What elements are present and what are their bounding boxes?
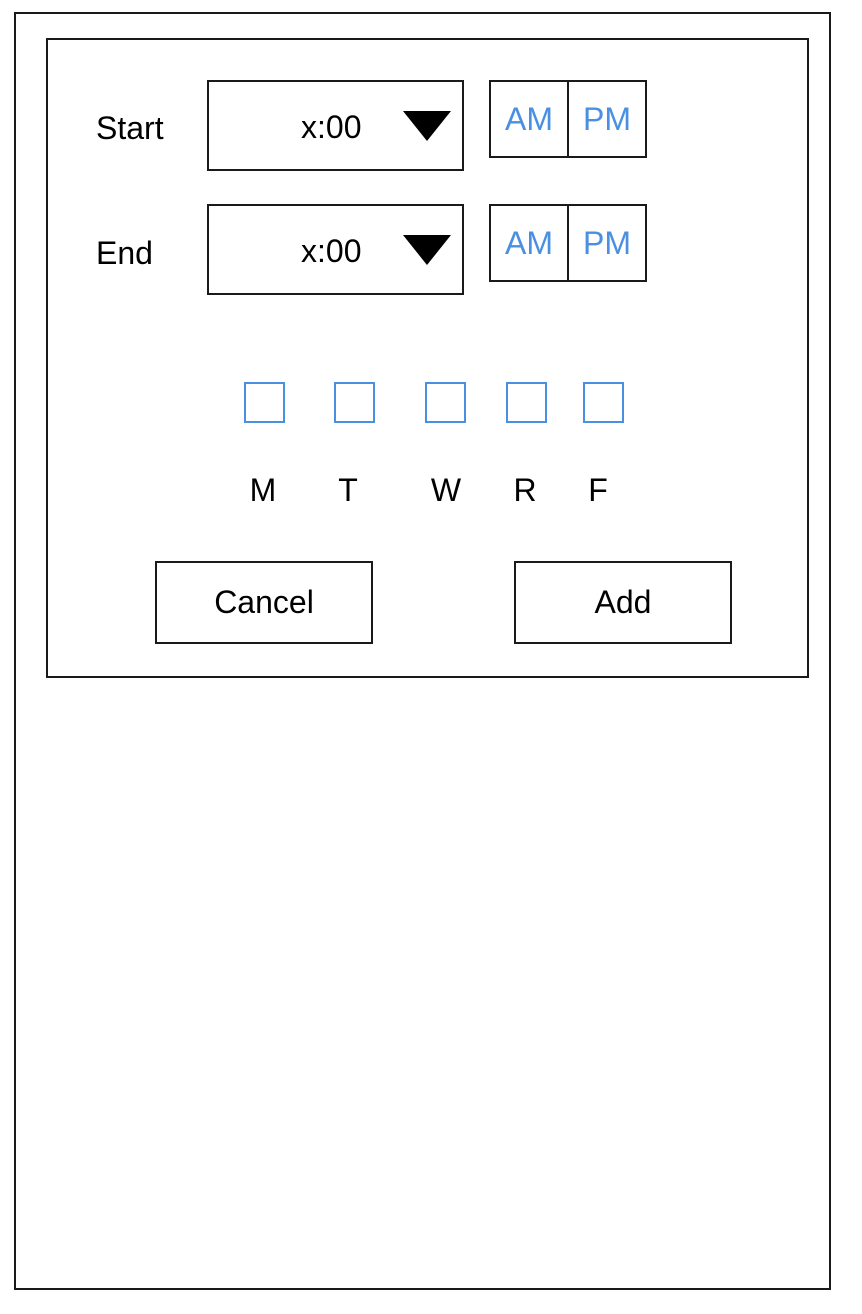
day-checkbox-friday[interactable]	[583, 382, 624, 423]
day-label-tuesday: T	[338, 472, 358, 508]
end-pm-button[interactable]: PM	[569, 206, 645, 280]
day-checkbox-monday[interactable]	[244, 382, 285, 423]
start-pm-button[interactable]: PM	[569, 82, 645, 156]
chevron-down-icon	[403, 111, 451, 141]
chevron-down-icon	[403, 235, 451, 265]
day-label-wednesday: W	[430, 472, 462, 508]
day-checkbox-thursday[interactable]	[506, 382, 547, 423]
start-label: Start	[96, 110, 164, 146]
start-time-value: x:00	[301, 109, 362, 145]
end-ampm-toggle: AM PM	[489, 204, 647, 282]
end-time-dropdown[interactable]: x:00	[207, 204, 464, 295]
day-label-monday: M	[249, 472, 277, 508]
end-label: End	[96, 235, 153, 271]
cancel-button[interactable]: Cancel	[155, 561, 373, 644]
end-am-button[interactable]: AM	[491, 206, 569, 280]
day-checkbox-tuesday[interactable]	[334, 382, 375, 423]
end-time-value: x:00	[301, 233, 362, 269]
day-checkbox-wednesday[interactable]	[425, 382, 466, 423]
day-label-friday: F	[588, 472, 608, 508]
start-am-button[interactable]: AM	[491, 82, 569, 156]
add-button[interactable]: Add	[514, 561, 732, 644]
start-ampm-toggle: AM PM	[489, 80, 647, 158]
day-label-thursday: R	[513, 472, 537, 508]
start-time-dropdown[interactable]: x:00	[207, 80, 464, 171]
